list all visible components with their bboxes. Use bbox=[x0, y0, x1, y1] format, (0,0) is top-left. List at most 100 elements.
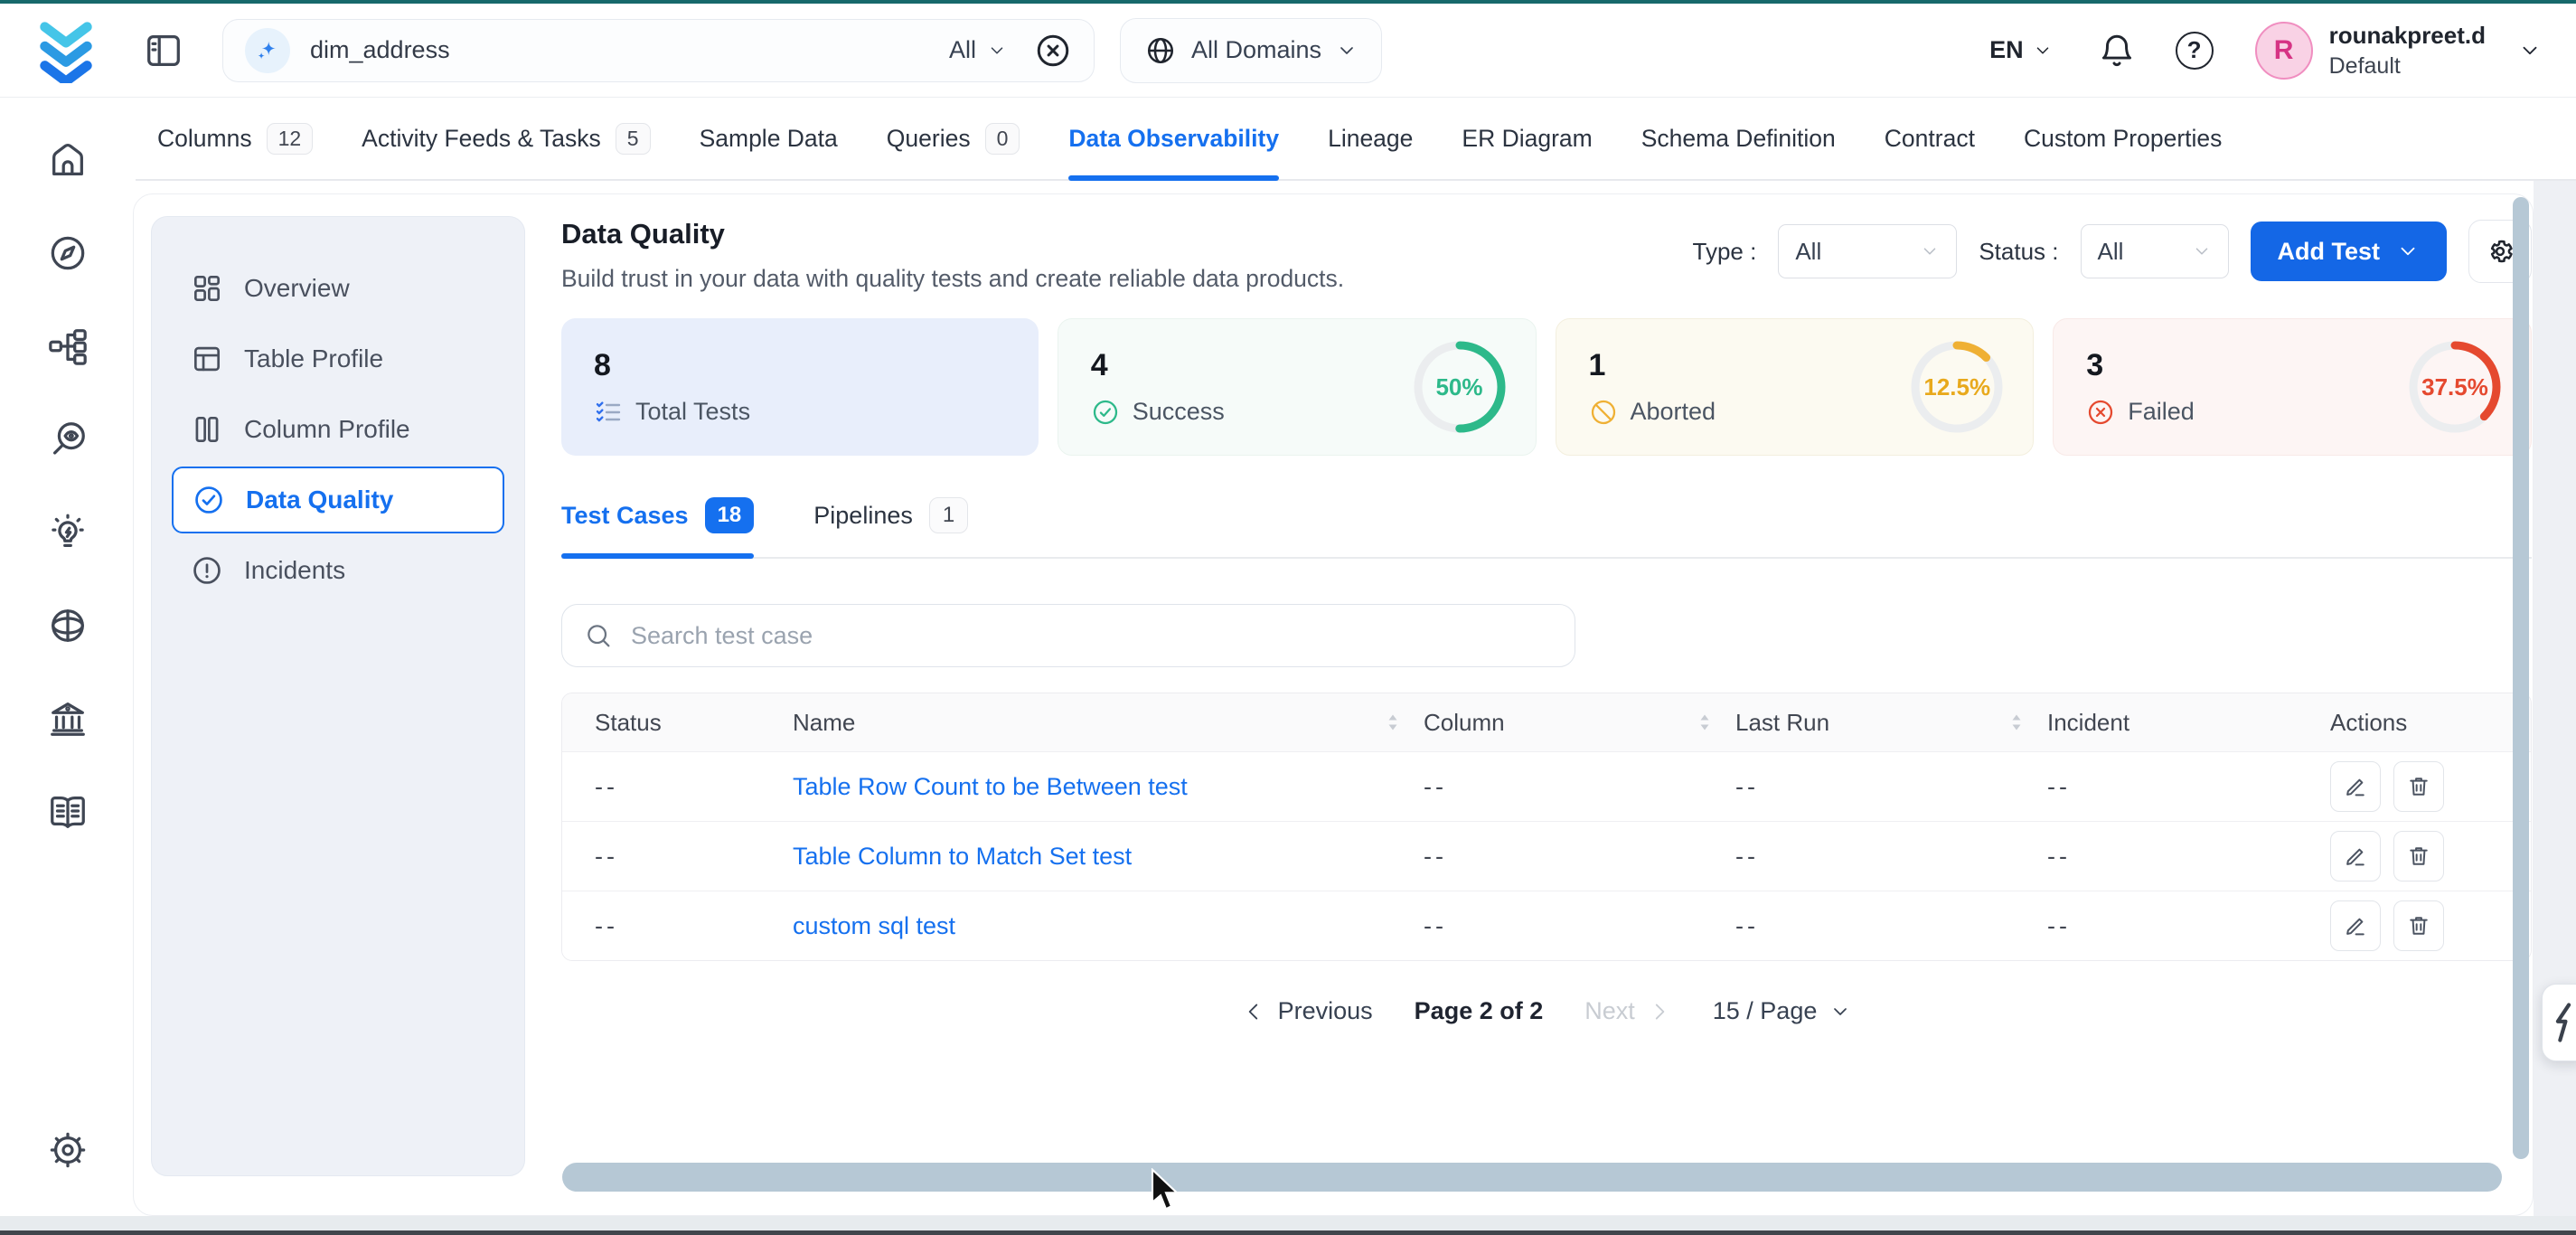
tab-er-diagram[interactable]: ER Diagram bbox=[1462, 98, 1592, 179]
row-incident: -- bbox=[2047, 912, 2305, 940]
tab-test-cases[interactable]: Test Cases 18 bbox=[561, 497, 754, 557]
add-test-button[interactable]: Add Test bbox=[2251, 222, 2448, 281]
delete-button[interactable] bbox=[2393, 831, 2444, 881]
sidebar-toggle-icon[interactable] bbox=[143, 30, 184, 71]
tab-queries[interactable]: Queries 0 bbox=[887, 98, 1020, 179]
page-size-select[interactable]: 15 / Page bbox=[1713, 997, 1852, 1025]
tab-custom-properties[interactable]: Custom Properties bbox=[2024, 98, 2222, 179]
user-menu[interactable]: rounakpreet.d Default bbox=[2329, 22, 2486, 80]
global-header: dim_address All All Domains bbox=[0, 4, 2576, 98]
tab-schema-definition[interactable]: Schema Definition bbox=[1641, 98, 1836, 179]
notifications-button[interactable] bbox=[2098, 32, 2136, 70]
aborted-card: 1 Aborted bbox=[1556, 318, 2035, 456]
help-button[interactable]: ? bbox=[2176, 32, 2214, 70]
test-case-link[interactable]: custom sql test bbox=[793, 912, 955, 940]
success-percent: 50% bbox=[1409, 336, 1510, 438]
data-flow-icon[interactable] bbox=[47, 325, 89, 367]
settings-gear-icon[interactable] bbox=[47, 1129, 89, 1171]
success-value: 4 bbox=[1091, 348, 1225, 383]
clear-search-icon[interactable] bbox=[1034, 32, 1072, 70]
tab-contract[interactable]: Contract bbox=[1885, 98, 1975, 179]
profiler-sidebar: Overview Table Profile Column Profile bbox=[151, 216, 525, 1176]
language-dropdown[interactable]: EN bbox=[1989, 36, 2053, 64]
test-case-link[interactable]: Table Row Count to be Between test bbox=[793, 773, 1188, 801]
failed-card: 3 Failed bbox=[2053, 318, 2532, 456]
insights-bulb-icon[interactable] bbox=[47, 512, 89, 553]
sidebar-item-data-quality[interactable]: Data Quality bbox=[172, 467, 504, 533]
test-case-search[interactable] bbox=[561, 604, 1575, 667]
governance-bank-icon[interactable] bbox=[47, 698, 89, 740]
home-icon[interactable] bbox=[47, 139, 89, 181]
user-name: rounakpreet.d bbox=[2329, 22, 2486, 50]
pipelines-count-badge: 1 bbox=[929, 497, 968, 533]
trash-icon bbox=[2406, 774, 2431, 799]
type-filter-label: Type : bbox=[1693, 238, 1757, 266]
chevron-down-icon[interactable] bbox=[2518, 39, 2542, 62]
main-panel: Overview Table Profile Column Profile bbox=[133, 193, 2534, 1216]
next-page-button[interactable]: Next bbox=[1584, 997, 1671, 1025]
page-subtitle: Build trust in your data with quality te… bbox=[561, 265, 1344, 293]
sidebar-item-label: Overview bbox=[244, 274, 350, 303]
edit-button[interactable] bbox=[2330, 831, 2381, 881]
edit-button[interactable] bbox=[2330, 900, 2381, 951]
chevron-down-icon bbox=[2396, 240, 2420, 263]
vertical-scrollbar[interactable] bbox=[2513, 197, 2529, 1159]
tab-pipelines[interactable]: Pipelines 1 bbox=[813, 497, 968, 557]
success-card: 4 Success bbox=[1058, 318, 1537, 456]
search-input[interactable]: dim_address bbox=[310, 36, 450, 64]
sort-icon[interactable] bbox=[1386, 711, 1400, 734]
edit-button[interactable] bbox=[2330, 761, 2381, 812]
alert-circle-icon bbox=[190, 553, 224, 588]
user-avatar[interactable]: R bbox=[2255, 22, 2313, 80]
type-filter-select[interactable]: All bbox=[1778, 224, 1957, 278]
row-incident: -- bbox=[2047, 843, 2305, 871]
check-circle-icon bbox=[192, 483, 226, 517]
tab-sample-data[interactable]: Sample Data bbox=[700, 98, 838, 179]
tab-columns[interactable]: Columns 12 bbox=[157, 98, 313, 179]
total-tests-label: Total Tests bbox=[635, 398, 750, 426]
test-case-tabs: Test Cases 18 Pipelines 1 bbox=[561, 497, 2532, 559]
tab-lineage[interactable]: Lineage bbox=[1328, 98, 1413, 179]
delete-button[interactable] bbox=[2393, 900, 2444, 951]
avatar-initial: R bbox=[2274, 35, 2294, 66]
previous-page-button[interactable]: Previous bbox=[1242, 997, 1373, 1025]
explore-compass-icon[interactable] bbox=[47, 232, 89, 274]
test-case-link[interactable]: Table Column to Match Set test bbox=[793, 843, 1132, 871]
sort-icon[interactable] bbox=[1697, 711, 1712, 734]
status-filter-select[interactable]: All bbox=[2081, 224, 2229, 278]
col-header-name[interactable]: Name bbox=[793, 709, 1424, 737]
grid-icon bbox=[190, 271, 224, 306]
sidebar-item-overview[interactable]: Overview bbox=[172, 255, 504, 322]
row-status: -- bbox=[562, 912, 793, 940]
horizontal-scrollbar[interactable] bbox=[562, 1163, 2502, 1192]
chevron-down-icon bbox=[1829, 1001, 1851, 1023]
tab-activity-feeds[interactable]: Activity Feeds & Tasks 5 bbox=[362, 98, 650, 179]
row-status: -- bbox=[562, 843, 793, 871]
search-scope-dropdown[interactable]: All bbox=[949, 36, 1007, 64]
domains-globe-icon[interactable] bbox=[47, 605, 89, 646]
row-incident: -- bbox=[2047, 773, 2305, 801]
chevron-left-icon bbox=[1242, 1000, 1265, 1023]
sidebar-item-incidents[interactable]: Incidents bbox=[172, 537, 504, 604]
floating-action-button[interactable] bbox=[2542, 984, 2576, 1061]
aborted-value: 1 bbox=[1589, 348, 1716, 383]
pagination: Previous Page 2 of 2 Next 15 / Page bbox=[561, 997, 2532, 1025]
sidebar-item-table-profile[interactable]: Table Profile bbox=[172, 325, 504, 392]
mouse-cursor bbox=[1150, 1168, 1182, 1213]
sidebar-item-column-profile[interactable]: Column Profile bbox=[172, 396, 504, 463]
openmetadata-logo[interactable] bbox=[31, 18, 101, 83]
sort-icon[interactable] bbox=[2009, 711, 2024, 734]
col-header-last-run[interactable]: Last Run bbox=[1735, 709, 2047, 737]
observability-lens-icon[interactable] bbox=[47, 419, 89, 460]
tab-count-badge: 0 bbox=[985, 123, 1020, 155]
row-status: -- bbox=[562, 773, 793, 801]
domains-dropdown[interactable]: All Domains bbox=[1120, 18, 1382, 83]
global-search-bar[interactable]: dim_address All bbox=[222, 19, 1095, 82]
tab-data-observability[interactable]: Data Observability bbox=[1068, 98, 1279, 179]
entity-tab-bar: Columns 12 Activity Feeds & Tasks 5 Samp… bbox=[136, 98, 2576, 181]
col-header-column[interactable]: Column bbox=[1424, 709, 1735, 737]
delete-button[interactable] bbox=[2393, 761, 2444, 812]
test-cases-count-badge: 18 bbox=[705, 497, 755, 533]
search-test-case-input[interactable] bbox=[629, 621, 1553, 651]
glossary-book-icon[interactable] bbox=[47, 791, 89, 833]
